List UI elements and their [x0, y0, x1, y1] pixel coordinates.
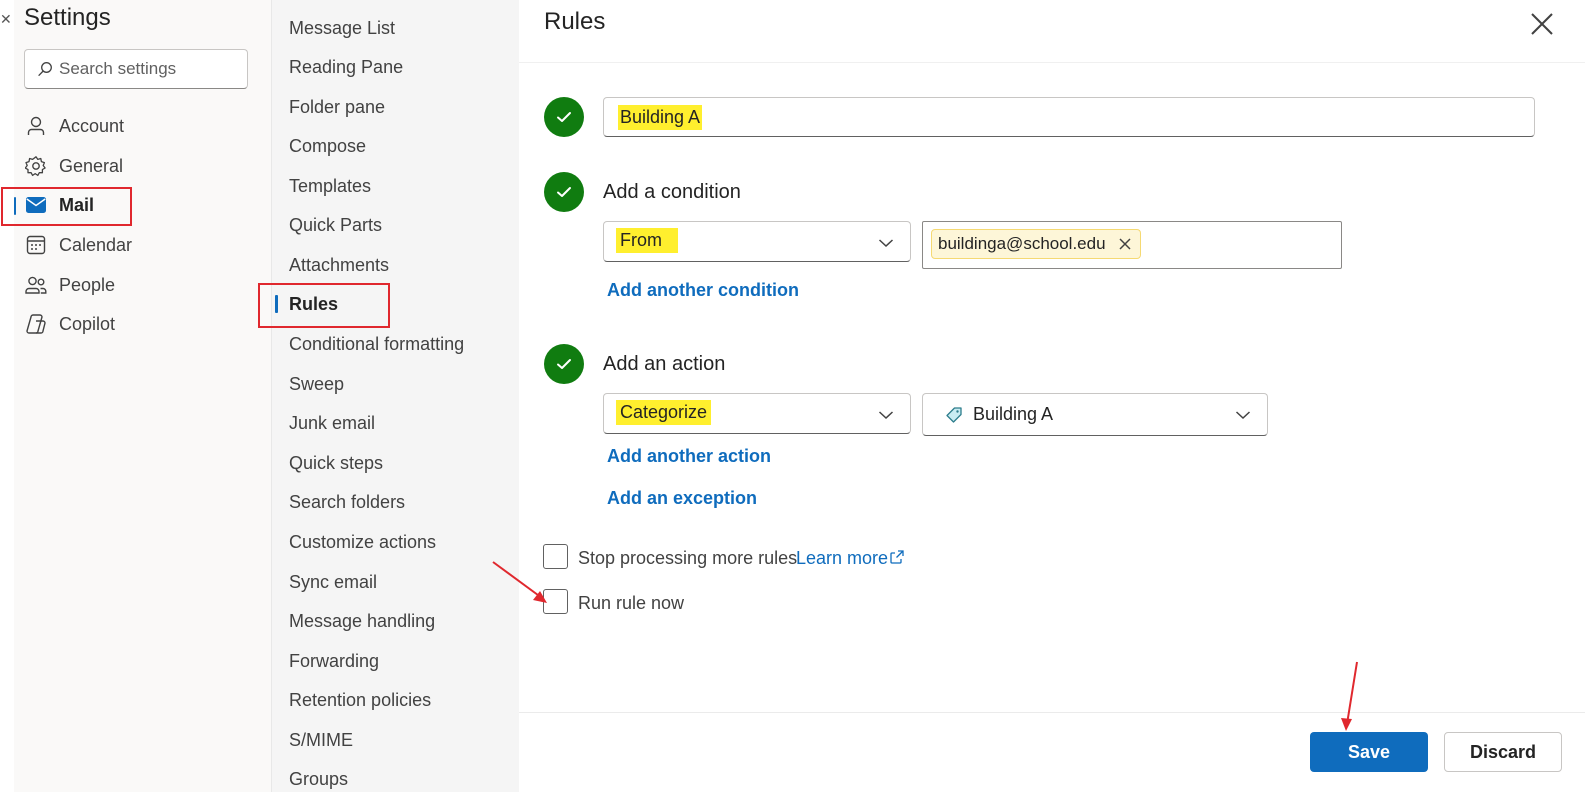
menu-retention-policies[interactable]: Retention policies: [289, 685, 431, 715]
close-button[interactable]: [1528, 10, 1556, 38]
checkmark-icon: [557, 187, 571, 197]
condition-heading: Add a condition: [603, 181, 741, 203]
add-another-condition-link[interactable]: Add another condition: [607, 280, 799, 301]
arrowhead: [1341, 718, 1352, 731]
search-icon: [38, 62, 52, 76]
chevron-down-icon: [878, 239, 894, 248]
category-dropdown[interactable]: Building A: [922, 393, 1268, 436]
nav-calendar[interactable]: Calendar: [24, 227, 249, 263]
menu-folder-pane[interactable]: Folder pane: [289, 92, 385, 122]
annotation-box-mail: [1, 187, 132, 226]
menu-templates[interactable]: Templates: [289, 171, 371, 201]
rule-name-value: Building A: [618, 105, 703, 130]
menu-groups[interactable]: Groups: [289, 764, 348, 792]
action-type-dropdown[interactable]: Categorize: [603, 393, 911, 434]
annotation-arrow-save: [1346, 661, 1358, 725]
pin-icon: ✕: [0, 11, 12, 27]
action-heading: Add an action: [603, 353, 726, 375]
menu-conditional-formatting[interactable]: Conditional formatting: [289, 329, 464, 359]
step-action-check: [544, 344, 584, 384]
action-type-value: Categorize: [616, 400, 712, 425]
remove-token-icon[interactable]: [1118, 237, 1132, 251]
nav-account-label: Account: [59, 115, 125, 136]
add-another-action-link[interactable]: Add another action: [607, 446, 771, 467]
save-button[interactable]: Save: [1310, 732, 1428, 772]
nav-people[interactable]: People: [24, 267, 249, 303]
condition-address-field[interactable]: buildinga@school.edu: [922, 221, 1342, 269]
tag-icon: [946, 407, 962, 423]
rules-title: Rules: [544, 8, 606, 35]
address-token-label: buildinga@school.edu: [938, 234, 1106, 253]
gear-icon: [24, 154, 48, 178]
menu-attachments[interactable]: Attachments: [289, 250, 389, 280]
discard-button[interactable]: Discard: [1444, 732, 1562, 772]
person-icon: [24, 114, 48, 138]
nav-calendar-label: Calendar: [59, 234, 133, 255]
chevron-down-icon: [1235, 411, 1251, 420]
annotation-box-rules: [258, 283, 390, 328]
menu-customize-actions[interactable]: Customize actions: [289, 527, 436, 557]
stop-processing-checkbox[interactable]: [543, 544, 568, 569]
settings-title: Settings: [24, 4, 111, 31]
copilot-icon: [24, 312, 48, 336]
condition-type-value: From: [616, 228, 678, 253]
people-icon: [24, 273, 48, 297]
close-icon: [1531, 13, 1553, 35]
nav-copilot[interactable]: Copilot: [24, 306, 249, 342]
run-rule-now-checkbox[interactable]: [543, 589, 568, 614]
rule-name-input[interactable]: Building A: [603, 97, 1535, 137]
calendar-icon: [24, 233, 48, 257]
menu-junk-email[interactable]: Junk email: [289, 408, 375, 438]
search-input[interactable]: [59, 58, 239, 80]
menu-quick-parts[interactable]: Quick Parts: [289, 210, 382, 240]
menu-smime[interactable]: S/MIME: [289, 725, 353, 755]
external-link-icon: [890, 550, 904, 564]
footer-divider: [519, 712, 1585, 713]
menu-sweep[interactable]: Sweep: [289, 369, 344, 399]
nav-people-label: People: [59, 274, 116, 295]
nav-general[interactable]: General: [24, 148, 249, 184]
stop-processing-label: Stop processing more rules: [578, 548, 798, 568]
nav-general-label: General: [59, 155, 124, 176]
menu-forwarding[interactable]: Forwarding: [289, 646, 379, 676]
menu-quick-steps[interactable]: Quick steps: [289, 448, 383, 478]
add-exception-link[interactable]: Add an exception: [607, 488, 757, 509]
menu-search-folders[interactable]: Search folders: [289, 487, 405, 517]
menu-compose[interactable]: Compose: [289, 131, 366, 161]
chevron-down-icon: [878, 411, 894, 420]
menu-message-handling[interactable]: Message handling: [289, 606, 435, 636]
menu-message-list[interactable]: Message List: [289, 13, 395, 43]
header-divider: [519, 62, 1585, 63]
step-name-check: [544, 97, 584, 137]
category-value: Building A: [973, 404, 1054, 424]
nav-account[interactable]: Account: [24, 108, 249, 144]
checkmark-icon: [557, 112, 571, 122]
menu-reading-pane[interactable]: Reading Pane: [289, 52, 403, 82]
search-settings-box[interactable]: [24, 49, 248, 89]
menu-sync-email[interactable]: Sync email: [289, 567, 377, 597]
nav-copilot-label: Copilot: [59, 313, 116, 334]
window-edge: ✕: [0, 0, 14, 792]
learn-more-link[interactable]: Learn more: [796, 548, 888, 569]
run-rule-now-label: Run rule now: [578, 593, 685, 613]
step-condition-check: [544, 172, 584, 212]
condition-type-dropdown[interactable]: From: [603, 221, 911, 262]
address-token[interactable]: buildinga@school.edu: [931, 229, 1141, 259]
checkmark-icon: [557, 359, 571, 369]
